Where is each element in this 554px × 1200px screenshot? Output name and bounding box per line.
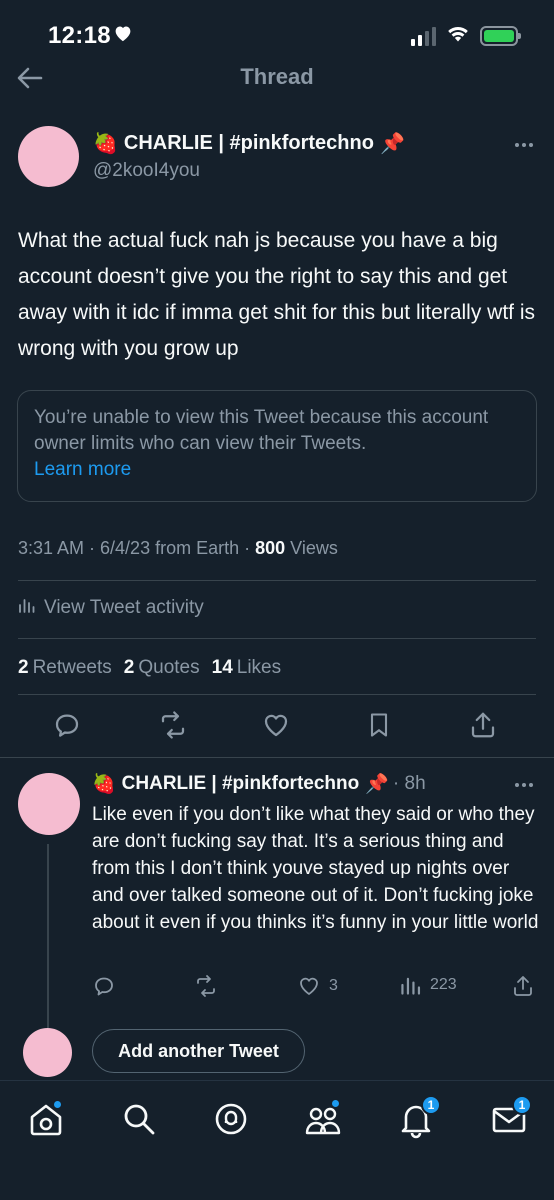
reply-time: · 8h bbox=[392, 773, 426, 794]
engagement-counts: 2 Retweets 2 Quotes 14 Likes bbox=[18, 657, 281, 679]
status-time: 12:18 bbox=[48, 22, 111, 49]
divider bbox=[18, 580, 536, 581]
strawberry-emoji: 🍓 bbox=[93, 133, 118, 155]
view-tweet-activity[interactable]: View Tweet activity bbox=[18, 596, 204, 620]
page-title: Thread bbox=[240, 64, 314, 89]
reply-more-options-icon[interactable] bbox=[515, 783, 533, 787]
likes-label: Likes bbox=[236, 657, 282, 678]
quotes-label: Quotes bbox=[138, 657, 200, 678]
pushpin-emoji: 📌 bbox=[379, 133, 405, 155]
divider bbox=[18, 694, 536, 695]
thread-header: Thread bbox=[0, 56, 554, 100]
home-icon[interactable] bbox=[26, 1099, 66, 1139]
home-badge-dot bbox=[53, 1100, 62, 1109]
bottom-nav: 1 1 bbox=[0, 1080, 554, 1200]
divider bbox=[18, 638, 536, 639]
wifi-icon bbox=[446, 24, 470, 47]
communities-icon[interactable] bbox=[303, 1099, 343, 1139]
author-name: CHARLIE | #pinkfortechno bbox=[123, 132, 374, 154]
heart-icon bbox=[113, 24, 133, 47]
pushpin-emoji: 📌 bbox=[365, 774, 389, 795]
notifications-badge: 1 bbox=[421, 1095, 441, 1115]
spaces-icon[interactable] bbox=[211, 1099, 251, 1139]
messages-envelope-icon[interactable]: 1 bbox=[489, 1095, 532, 1139]
tweet-metadata: 3:31 AM · 6/4/23 from Earth · 800 Views bbox=[18, 538, 338, 559]
reply-share-icon[interactable] bbox=[511, 974, 535, 998]
quotes-count-link[interactable]: 2 Quotes bbox=[124, 657, 200, 679]
tweet-text: What the actual fuck nah js because you … bbox=[18, 229, 535, 360]
retweet-icon[interactable] bbox=[158, 710, 188, 745]
quoted-tweet-unavailable: You’re unable to view this Tweet because… bbox=[17, 390, 537, 502]
thread-connector-line bbox=[47, 844, 49, 1028]
views-label: Views bbox=[285, 538, 338, 558]
analytics-icon bbox=[401, 977, 421, 995]
likes-count: 14 bbox=[211, 657, 233, 678]
retweets-count: 2 bbox=[18, 657, 29, 678]
tweet-actions bbox=[0, 710, 554, 746]
divider bbox=[0, 757, 554, 758]
strawberry-emoji: 🍓 bbox=[92, 774, 116, 795]
reply-views-count: 223 bbox=[430, 976, 457, 993]
author-name-row[interactable]: 🍓 CHARLIE | #pinkfortechno 📌 bbox=[93, 131, 405, 156]
communities-badge-dot bbox=[331, 1099, 340, 1108]
add-another-tweet-button[interactable]: Add another Tweet bbox=[92, 1029, 305, 1073]
notifications-bell-icon[interactable]: 1 bbox=[396, 1095, 441, 1139]
learn-more-link[interactable]: Learn more bbox=[34, 457, 520, 483]
reply-like-button[interactable]: 3 bbox=[297, 974, 338, 998]
reply-author-name-row[interactable]: 🍓 CHARLIE | #pinkfortechno 📌 · 8h bbox=[92, 772, 426, 796]
retweets-label: Retweets bbox=[32, 657, 112, 678]
status-indicators bbox=[411, 24, 521, 47]
tweet-timestamp: 3:31 AM · 6/4/23 from Earth · bbox=[18, 538, 256, 558]
views-count: 800 bbox=[255, 538, 286, 558]
unavailable-notice: You’re unable to view this Tweet because… bbox=[34, 407, 489, 454]
reply-icon[interactable] bbox=[52, 710, 82, 745]
cellular-signal-icon bbox=[411, 26, 436, 46]
messages-badge: 1 bbox=[512, 1095, 532, 1115]
reply-like-count: 3 bbox=[329, 977, 338, 994]
reply-avatar[interactable] bbox=[18, 773, 80, 835]
heart-icon bbox=[300, 977, 318, 995]
compose-avatar bbox=[23, 1028, 72, 1077]
share-icon[interactable] bbox=[468, 710, 498, 745]
reply-views-button[interactable]: 223 bbox=[400, 974, 457, 996]
more-options-icon[interactable] bbox=[515, 143, 533, 147]
author-handle[interactable]: @2kooI4you bbox=[93, 160, 200, 182]
quotes-count: 2 bbox=[123, 657, 135, 678]
battery-icon bbox=[480, 25, 521, 46]
reply-reply-icon[interactable] bbox=[92, 974, 116, 998]
retweets-count-link[interactable]: 2 Retweets bbox=[18, 657, 112, 679]
reply-text: Like even if you don’t like what they sa… bbox=[92, 804, 539, 933]
analytics-icon bbox=[18, 596, 36, 620]
activity-label: View Tweet activity bbox=[44, 597, 204, 618]
bookmark-icon[interactable] bbox=[365, 710, 393, 745]
search-icon[interactable] bbox=[119, 1099, 159, 1139]
avatar[interactable] bbox=[18, 126, 79, 187]
likes-count-link[interactable]: 14 Likes bbox=[212, 657, 282, 679]
reply-actions: 3 223 bbox=[0, 972, 554, 1000]
reply-author-name: CHARLIE | #pinkfortechno bbox=[121, 773, 360, 794]
reply-retweet-icon[interactable] bbox=[193, 974, 219, 998]
like-heart-icon[interactable] bbox=[261, 710, 291, 745]
status-bar: 12:18 bbox=[0, 0, 554, 60]
